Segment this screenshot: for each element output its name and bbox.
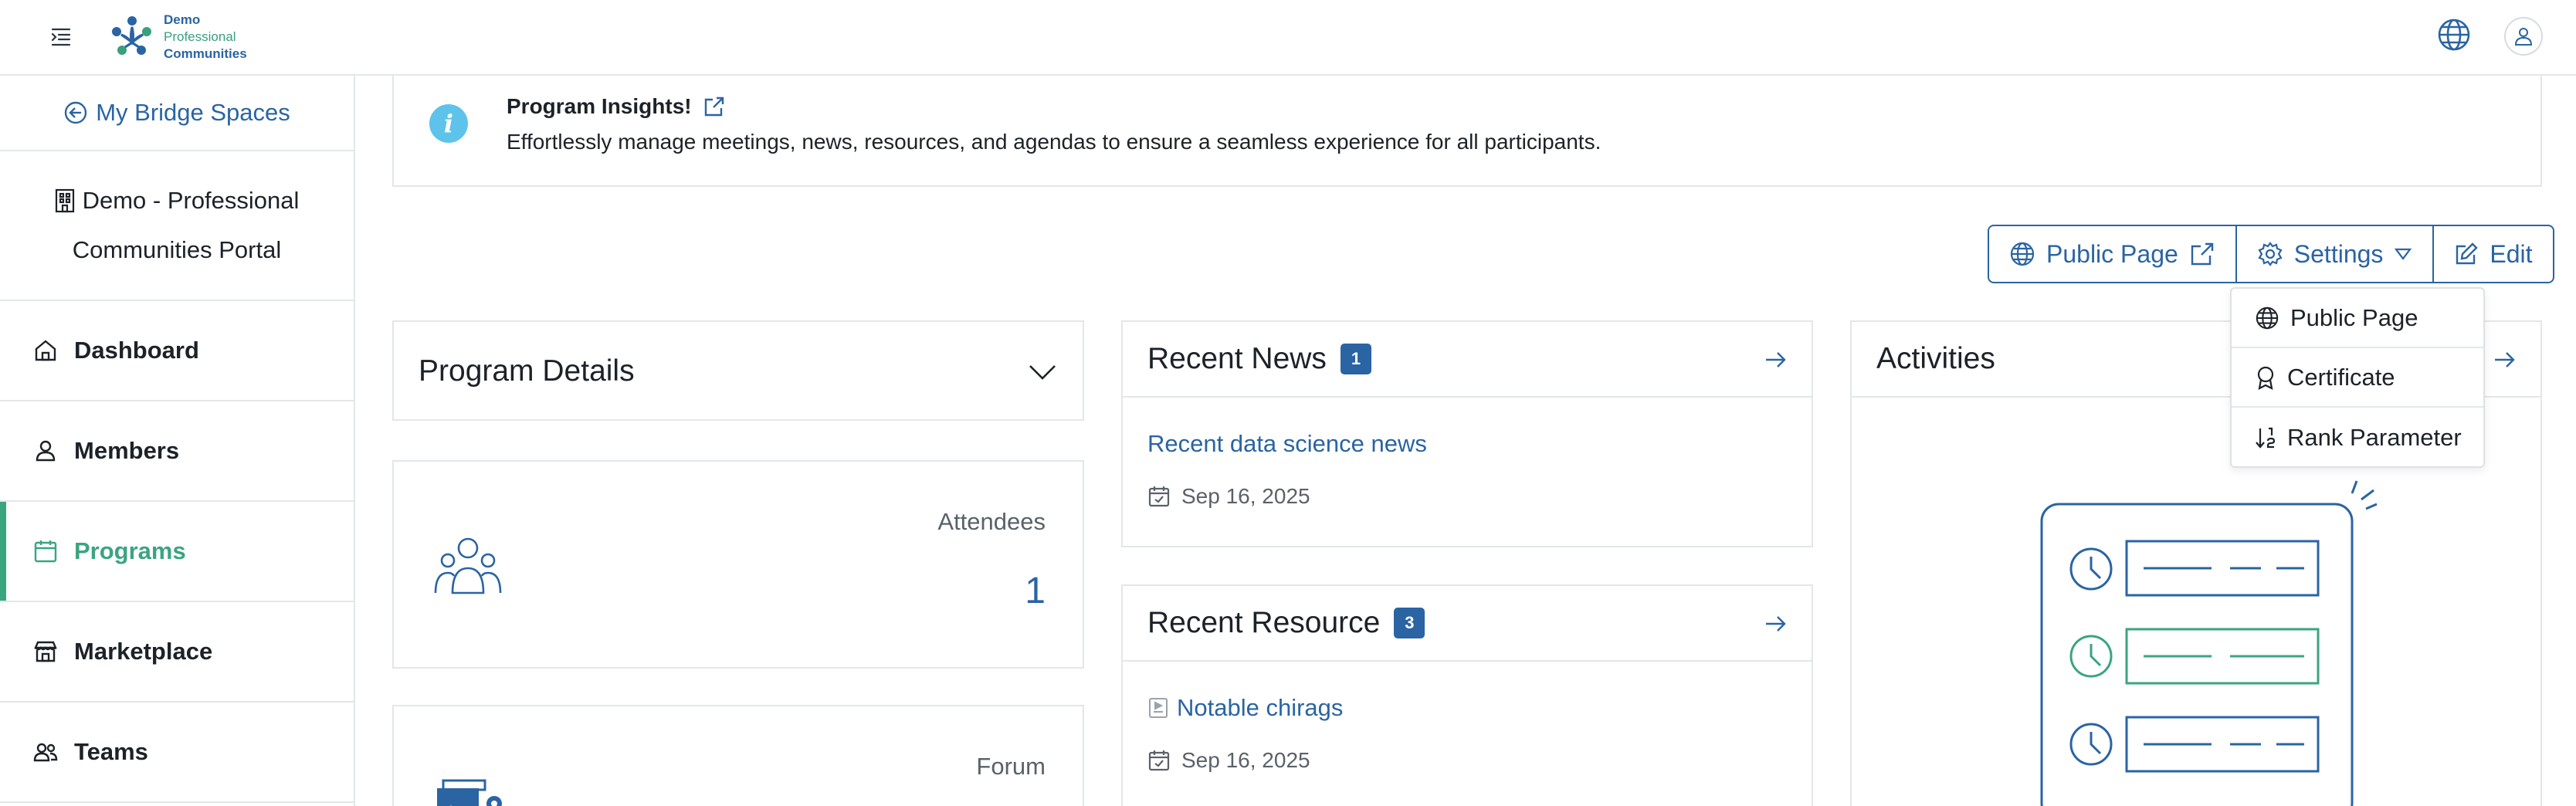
edit-icon bbox=[2456, 242, 2479, 265]
app-logo[interactable]: Demo Professional Communities bbox=[107, 8, 247, 66]
banner-description: Effortlessly manage meetings, news, reso… bbox=[507, 130, 1602, 154]
home-icon bbox=[32, 337, 59, 364]
sort-numeric-icon bbox=[2256, 427, 2276, 449]
settings-label: Settings bbox=[2293, 239, 2384, 268]
resource-item-title: Notable chirags bbox=[1177, 694, 1344, 721]
resource-item-link[interactable]: Notable chirags bbox=[1147, 694, 1343, 722]
portal-name: Demo - Professional Communities Portal bbox=[0, 151, 354, 301]
public-page-label: Public Page bbox=[2046, 239, 2178, 268]
calendar-icon bbox=[32, 538, 59, 564]
edit-button[interactable]: Edit bbox=[2432, 225, 2554, 283]
program-details-card[interactable]: Program Details bbox=[392, 320, 1084, 421]
recent-news-header: Recent News 1 bbox=[1123, 322, 1812, 398]
arrow-right-icon[interactable] bbox=[2493, 348, 2516, 371]
language-globe-icon[interactable] bbox=[2436, 17, 2472, 52]
arrow-right-icon[interactable] bbox=[1764, 348, 1787, 371]
sidebar-item-marketplace[interactable]: Marketplace bbox=[0, 602, 354, 703]
caret-down-icon bbox=[2395, 248, 2412, 260]
gear-icon bbox=[2258, 242, 2283, 266]
resource-item-date: Sep 16, 2025 bbox=[1147, 748, 1310, 773]
person-icon bbox=[32, 438, 59, 464]
recent-resource-title: Recent Resource bbox=[1147, 606, 1381, 639]
recent-resource-card: Recent Resource 3 Notable chirags Sep 16… bbox=[1121, 584, 1813, 806]
sidebar-item-members[interactable]: Members bbox=[0, 401, 354, 502]
external-link-icon[interactable] bbox=[703, 95, 726, 118]
portal-name-line-1: Demo - Professional bbox=[82, 187, 300, 214]
recent-news-title: Recent News bbox=[1147, 342, 1327, 375]
forum-card[interactable]: Forum bbox=[392, 705, 1084, 806]
attendees-count: 1 bbox=[1025, 571, 1046, 611]
sidebar-item-label: Dashboard bbox=[74, 337, 199, 364]
back-link-label: My Bridge Spaces bbox=[96, 99, 290, 126]
document-icon bbox=[1149, 698, 1168, 718]
globe-icon bbox=[2256, 306, 2279, 329]
user-icon bbox=[2514, 28, 2533, 46]
program-insights-banner: i Program Insights! Effortlessly manage … bbox=[392, 76, 2542, 187]
program-actions: Public Page Settings Edit bbox=[1988, 225, 2554, 283]
edit-label: Edit bbox=[2490, 239, 2533, 268]
banner-title-text: Program Insights! bbox=[507, 94, 692, 118]
forum-icon bbox=[437, 779, 502, 806]
news-item-date: Sep 16, 2025 bbox=[1147, 484, 1310, 509]
sidebar-item-teams[interactable]: Teams bbox=[0, 703, 354, 803]
group-icon bbox=[434, 537, 502, 594]
sidebar-item-dashboard[interactable]: Dashboard bbox=[0, 301, 354, 401]
menu-item-rank-parameter[interactable]: Rank Parameter bbox=[2232, 408, 2483, 467]
sidebar-item-programs[interactable]: Programs bbox=[0, 502, 354, 602]
calendar-check-icon bbox=[1148, 750, 1170, 771]
news-item-link[interactable]: Recent data science news bbox=[1147, 430, 1427, 458]
public-page-button[interactable]: Public Page bbox=[1988, 225, 2237, 283]
user-avatar[interactable] bbox=[2504, 17, 2543, 56]
recent-resource-header: Recent Resource 3 bbox=[1123, 586, 1812, 662]
news-count-badge: 1 bbox=[1340, 344, 1371, 374]
chevron-down-icon[interactable] bbox=[1027, 359, 1058, 385]
back-to-bridge-spaces-link[interactable]: My Bridge Spaces bbox=[0, 76, 354, 151]
menu-item-certificate[interactable]: Certificate bbox=[2232, 348, 2483, 408]
sidebar-item-label: Marketplace bbox=[74, 638, 213, 665]
logo-line-1: Demo bbox=[164, 12, 201, 27]
activities-title: Activities bbox=[1876, 342, 1995, 375]
recent-news-card: Recent News 1 Recent data science news S… bbox=[1121, 320, 1813, 547]
store-icon bbox=[32, 638, 59, 665]
arrow-right-icon[interactable] bbox=[1764, 612, 1787, 635]
activities-empty-illustration bbox=[2040, 480, 2378, 806]
top-bar: Demo Professional Communities bbox=[0, 0, 2576, 76]
resource-item-date-text: Sep 16, 2025 bbox=[1181, 748, 1310, 772]
settings-dropdown-menu: Public Page Certificate Rank Parameter bbox=[2230, 287, 2485, 468]
menu-item-public-page[interactable]: Public Page bbox=[2232, 289, 2483, 348]
attendees-card[interactable]: Attendees 1 bbox=[392, 460, 1084, 669]
menu-item-label: Rank Parameter bbox=[2287, 423, 2462, 451]
globe-icon bbox=[2010, 242, 2035, 266]
news-item-date-text: Sep 16, 2025 bbox=[1181, 484, 1310, 508]
external-link-icon bbox=[2191, 242, 2213, 266]
logo-line-2: Professional bbox=[164, 29, 236, 44]
people-icon bbox=[32, 739, 59, 765]
resource-count-badge: 3 bbox=[1394, 608, 1425, 638]
news-item-title: Recent data science news bbox=[1147, 430, 1427, 457]
logo-mark-icon bbox=[112, 16, 151, 55]
logo-text: Demo Professional Communities bbox=[164, 12, 247, 63]
menu-item-label: Public Page bbox=[2290, 303, 2418, 331]
sidebar-item-label: Teams bbox=[74, 738, 148, 765]
award-icon bbox=[2257, 366, 2274, 390]
calendar-check-icon bbox=[1148, 486, 1170, 507]
building-icon bbox=[55, 188, 74, 213]
back-arrow-icon bbox=[65, 101, 87, 124]
menu-toggle-icon[interactable] bbox=[46, 22, 77, 52]
sidebar-item-label: Programs bbox=[74, 537, 186, 564]
logo-line-3: Communities bbox=[164, 46, 247, 61]
forum-label: Forum bbox=[976, 753, 1046, 780]
menu-item-label: Certificate bbox=[2287, 363, 2395, 391]
program-details-title: Program Details bbox=[419, 354, 635, 388]
sidebar: My Bridge Spaces Demo - Professional Com… bbox=[0, 76, 355, 806]
sidebar-item-label: Members bbox=[74, 437, 180, 464]
info-icon: i bbox=[429, 104, 468, 143]
attendees-label: Attendees bbox=[937, 508, 1046, 535]
portal-name-line-2: Communities Portal bbox=[72, 236, 282, 263]
banner-title: Program Insights! bbox=[507, 94, 726, 119]
settings-dropdown-button[interactable]: Settings bbox=[2235, 225, 2435, 283]
